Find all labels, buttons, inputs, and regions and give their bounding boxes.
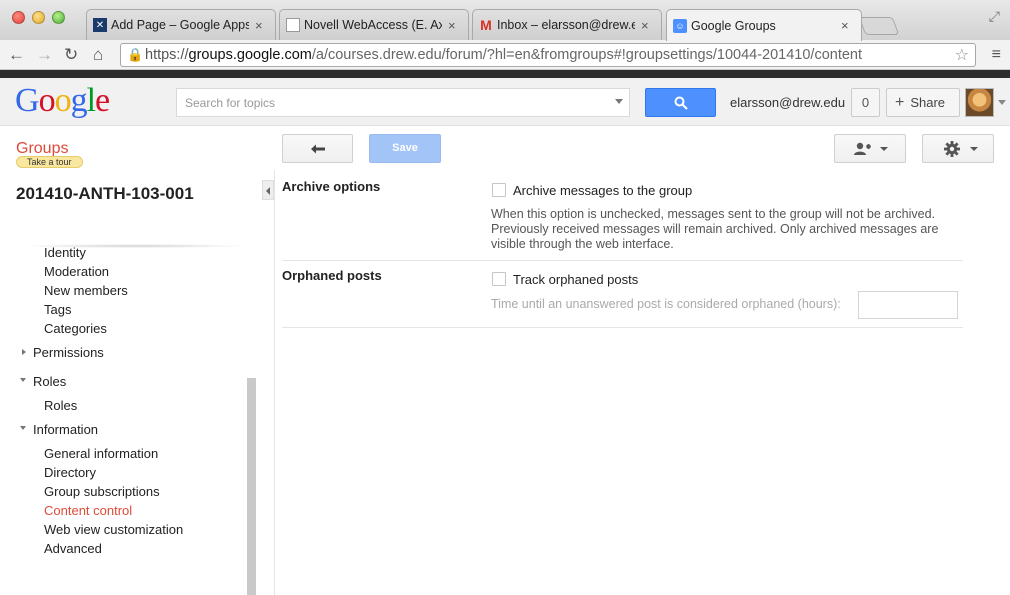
sidebar-item-identity[interactable]: Identity <box>44 245 86 260</box>
add-member-icon <box>854 142 871 155</box>
archive-options-label: Archive options <box>282 179 381 194</box>
gmail-icon: M <box>480 17 492 33</box>
orphaned-hours-label: Time until an unanswered post is conside… <box>491 297 841 311</box>
avatar[interactable] <box>965 88 994 117</box>
sidebar-section-permissions[interactable]: Permissions <box>33 345 104 360</box>
sidebar-item-directory[interactable]: Directory <box>44 465 96 480</box>
manage-members-button[interactable] <box>834 134 906 163</box>
share-button[interactable]: + Share <box>886 88 960 117</box>
document-icon <box>286 18 300 32</box>
share-label: Share <box>910 95 946 110</box>
google-bar <box>0 70 1010 78</box>
archive-messages-checkbox[interactable] <box>492 183 506 197</box>
groups-icon: ☺ <box>673 18 687 33</box>
collapse-sidebar-button[interactable] <box>262 180 274 200</box>
xmark-logo-icon: ✕ <box>93 18 107 32</box>
expand-arrow-icon[interactable] <box>22 349 26 355</box>
chevron-down-icon <box>880 147 888 151</box>
url-host: groups.google.com <box>188 47 312 63</box>
forward-arrow-icon[interactable]: → <box>36 45 53 65</box>
browser-titlebar: ✕ Add Page – Google Apps In × Novell Web… <box>0 0 1010 41</box>
back-button[interactable] <box>282 134 353 163</box>
zoom-window-button[interactable] <box>52 11 65 24</box>
close-tab-icon[interactable]: × <box>448 18 462 33</box>
account-email[interactable]: elarsson@drew.edu <box>730 95 845 110</box>
bookmark-star-icon[interactable]: ☆ <box>955 45 969 65</box>
google-logo[interactable]: Google <box>15 82 110 120</box>
sidebar-item-web-view-customization[interactable]: Web view customization <box>44 522 183 537</box>
archive-description-line: Previously received messages will remain… <box>491 222 939 236</box>
sidebar-item-new-members[interactable]: New members <box>44 283 128 298</box>
minimize-window-button[interactable] <box>32 11 45 24</box>
sidebar-scrollbar[interactable] <box>247 378 256 595</box>
search-button[interactable] <box>645 88 716 117</box>
plus-icon: + <box>895 94 905 111</box>
take-a-tour-badge[interactable]: Take a tour <box>16 156 83 168</box>
tab-title: Google Groups <box>691 18 776 33</box>
settings-sidebar: 201410-ANTH-103-001 Identity Moderation … <box>0 170 274 595</box>
archive-description: When this option is unchecked, messages … <box>491 207 966 252</box>
sidebar-section-information[interactable]: Information <box>33 422 98 437</box>
save-button[interactable]: Save <box>369 134 441 163</box>
new-tab-button[interactable] <box>858 17 900 35</box>
sidebar-item-moderation[interactable]: Moderation <box>44 264 109 279</box>
notifications-count[interactable]: 0 <box>851 88 880 117</box>
account-dropdown-icon[interactable] <box>998 100 1006 105</box>
tab-title: Novell WebAccess (E. Axel <box>304 18 442 32</box>
settings-button[interactable] <box>922 134 994 163</box>
lock-warning-icon: 🔒 <box>127 47 144 62</box>
gear-icon <box>944 141 960 157</box>
sidebar-item-content-control[interactable]: Content control <box>44 503 132 518</box>
search-placeholder: Search for topics <box>185 96 276 110</box>
chevron-down-icon <box>970 147 978 151</box>
archive-description-line: visible through the web interface. <box>491 237 674 251</box>
browser-menu-icon[interactable]: ≡ <box>992 46 1001 64</box>
archive-messages-label[interactable]: Archive messages to the group <box>513 183 692 198</box>
search-input[interactable]: Search for topics <box>176 88 630 117</box>
sidebar-section-roles[interactable]: Roles <box>33 374 66 389</box>
collapse-arrow-icon[interactable] <box>20 378 26 382</box>
sidebar-item-categories[interactable]: Categories <box>44 321 107 336</box>
browser-toolbar: ← → ↻ ⌂ 🔒 https://groups.google.com/a/co… <box>0 40 1010 70</box>
track-orphaned-posts-label[interactable]: Track orphaned posts <box>513 272 638 287</box>
close-tab-icon[interactable]: × <box>841 18 855 33</box>
close-tab-icon[interactable]: × <box>255 18 269 33</box>
row-divider <box>282 260 963 261</box>
browser-tab-add-page[interactable]: ✕ Add Page – Google Apps In × <box>86 9 276 40</box>
search-icon <box>674 96 688 110</box>
sidebar-item-general-information[interactable]: General information <box>44 446 158 461</box>
browser-tab-inbox[interactable]: M Inbox – elarsson@drew.edu × <box>472 9 662 40</box>
tab-title: Add Page – Google Apps In <box>111 18 249 32</box>
archive-description-line: When this option is unchecked, messages … <box>491 207 936 221</box>
back-arrow-icon <box>310 144 325 154</box>
reload-icon[interactable]: ↻ <box>64 45 78 65</box>
browser-tab-google-groups[interactable]: ☺ Google Groups × <box>666 9 862 41</box>
group-name-title: 201410-ANTH-103-001 <box>16 184 194 203</box>
sidebar-divider <box>274 170 275 595</box>
row-divider <box>282 327 963 328</box>
sidebar-item-tags[interactable]: Tags <box>44 302 71 317</box>
close-window-button[interactable] <box>12 11 25 24</box>
url-path: /a/courses.drew.edu/forum/?hl=en&fromgro… <box>311 47 863 63</box>
chevron-left-icon <box>266 187 270 195</box>
browser-tab-novell[interactable]: Novell WebAccess (E. Axel × <box>279 9 469 40</box>
url-scheme: https:// <box>145 47 189 63</box>
track-orphaned-posts-checkbox[interactable] <box>492 272 506 286</box>
sidebar-item-roles[interactable]: Roles <box>44 398 77 413</box>
tab-title: Inbox – elarsson@drew.edu <box>497 18 635 32</box>
home-icon[interactable]: ⌂ <box>93 45 103 65</box>
fullscreen-icon[interactable]: ⤢ <box>989 8 1000 25</box>
sidebar-item-group-subscriptions[interactable]: Group subscriptions <box>44 484 160 499</box>
back-arrow-icon[interactable]: ← <box>8 45 25 65</box>
orphaned-hours-input[interactable] <box>858 291 958 319</box>
google-header: Google Search for topics elarsson@drew.e… <box>0 78 1010 126</box>
orphaned-posts-label: Orphaned posts <box>282 268 382 283</box>
close-tab-icon[interactable]: × <box>641 18 655 33</box>
collapse-arrow-icon[interactable] <box>20 426 26 430</box>
sidebar-item-advanced[interactable]: Advanced <box>44 541 102 556</box>
search-options-dropdown-icon[interactable] <box>615 99 623 104</box>
address-bar[interactable]: 🔒 https://groups.google.com/a/courses.dr… <box>120 43 976 67</box>
